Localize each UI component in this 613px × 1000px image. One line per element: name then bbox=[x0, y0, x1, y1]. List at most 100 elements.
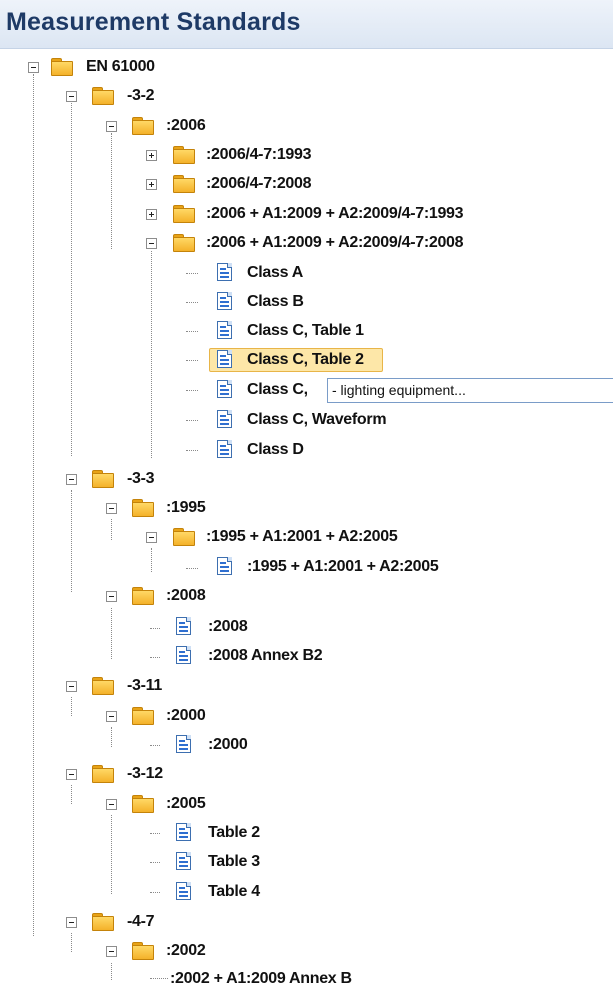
document-icon bbox=[217, 557, 234, 577]
tree-node-label: :2008 Annex B2 bbox=[208, 647, 323, 664]
folder-icon bbox=[132, 707, 154, 725]
folder-icon bbox=[173, 175, 195, 193]
collapse-icon[interactable] bbox=[66, 769, 77, 780]
expand-icon[interactable] bbox=[146, 179, 157, 190]
tree-node-label: -3-11 bbox=[127, 677, 162, 694]
tree-node-class-c-lighting[interactable]: Class C, bbox=[0, 378, 330, 402]
tree-node-en-61000[interactable]: EN 61000 bbox=[0, 55, 200, 79]
tree-node-class-d[interactable]: Class D bbox=[0, 438, 400, 462]
tree-node-1995-a1-a2-document[interactable]: :1995 + A1:2001 + A2:2005 bbox=[0, 555, 500, 579]
folder-icon bbox=[92, 677, 114, 695]
tree-node-1995[interactable]: :1995 bbox=[0, 496, 250, 520]
tree-node-2008-document[interactable]: :2008 bbox=[0, 615, 300, 639]
folder-icon bbox=[51, 58, 73, 76]
tree-node-label: -3-3 bbox=[127, 470, 155, 487]
folder-icon bbox=[173, 146, 195, 164]
tree-node-2008-annex-b2[interactable]: :2008 Annex B2 bbox=[0, 644, 360, 668]
document-icon bbox=[217, 321, 234, 341]
collapse-icon[interactable] bbox=[66, 474, 77, 485]
document-icon bbox=[217, 410, 234, 430]
tree-node-label: :2000 bbox=[208, 736, 248, 753]
tree-node-3-2[interactable]: -3-2 bbox=[0, 84, 200, 108]
tree-node-label: :2005 bbox=[166, 795, 206, 812]
tree-node-label: Class A bbox=[247, 264, 304, 281]
tree-node-2000-document[interactable]: :2000 bbox=[0, 733, 300, 757]
collapse-icon[interactable] bbox=[106, 591, 117, 602]
tree-node-class-a[interactable]: Class A bbox=[0, 261, 400, 285]
tree-node-class-c-waveform[interactable]: Class C, Waveform bbox=[0, 408, 430, 432]
tree-node-label: :2008 bbox=[208, 618, 248, 635]
folder-icon bbox=[173, 205, 195, 223]
tree-node-2006-4-7-1993[interactable]: :2006/4-7:1993 bbox=[0, 143, 400, 167]
collapse-icon[interactable] bbox=[106, 946, 117, 957]
measurement-standards-tree: EN 61000 -3-2 :2006 :2006/4-7:1993 :2006… bbox=[0, 0, 613, 1000]
document-icon bbox=[176, 823, 193, 843]
tree-node-label: :2006 + A1:2009 + A2:2009/4-7:1993 bbox=[206, 205, 464, 222]
document-icon bbox=[176, 617, 193, 637]
folder-icon bbox=[173, 234, 195, 252]
tree-node-label: :2000 bbox=[166, 707, 206, 724]
collapse-icon[interactable] bbox=[66, 917, 77, 928]
tree-node-2006-4-7-2008[interactable]: :2006/4-7:2008 bbox=[0, 172, 400, 196]
collapse-icon[interactable] bbox=[106, 711, 117, 722]
collapse-icon[interactable] bbox=[28, 62, 39, 73]
tree-node-3-11[interactable]: -3-11 bbox=[0, 674, 200, 698]
tree-node-2006-a1-a2-4-7-2008[interactable]: :2006 + A1:2009 + A2:2009/4-7:2008 bbox=[0, 231, 560, 255]
folder-icon bbox=[132, 795, 154, 813]
tree-node-label: Class C, Table 1 bbox=[247, 322, 364, 339]
tree-node-table-2[interactable]: Table 2 bbox=[0, 821, 300, 845]
tree-node-2005[interactable]: :2005 bbox=[0, 792, 250, 816]
expand-icon[interactable] bbox=[146, 150, 157, 161]
tree-node-label: :2006/4-7:1993 bbox=[206, 146, 312, 163]
tree-node-label: :1995 + A1:2001 + A2:2005 bbox=[206, 528, 398, 545]
folder-icon bbox=[92, 470, 114, 488]
tree-node-2002-a1-annex-b[interactable]: :2002 + A1:2009 Annex B bbox=[0, 967, 420, 991]
tree-node-3-12[interactable]: -3-12 bbox=[0, 762, 200, 786]
tree-node-class-c-table-1[interactable]: Class C, Table 1 bbox=[0, 319, 400, 343]
tree-node-table-4[interactable]: Table 4 bbox=[0, 880, 300, 904]
collapse-icon[interactable] bbox=[106, 799, 117, 810]
tree-node-label: -3-12 bbox=[127, 765, 163, 782]
document-icon bbox=[176, 882, 193, 902]
tree-node-label: Class C, bbox=[247, 381, 308, 398]
collapse-icon[interactable] bbox=[146, 238, 157, 249]
tree-node-label: :2006 + A1:2009 + A2:2009/4-7:2008 bbox=[206, 234, 464, 251]
tree-node-2006-a1-a2-4-7-1993[interactable]: :2006 + A1:2009 + A2:2009/4-7:1993 bbox=[0, 202, 560, 226]
tree-node-2006[interactable]: :2006 bbox=[0, 114, 250, 138]
tree-node-label: Class C, Table 2 bbox=[247, 351, 364, 368]
tree-node-table-3[interactable]: Table 3 bbox=[0, 850, 300, 874]
tree-node-3-3[interactable]: -3-3 bbox=[0, 467, 200, 491]
tree-node-2002[interactable]: :2002 bbox=[0, 939, 250, 963]
tree-node-label: :2008 bbox=[166, 587, 206, 604]
document-icon bbox=[217, 292, 234, 312]
tree-node-1995-a1-a2-folder[interactable]: :1995 + A1:2001 + A2:2005 bbox=[0, 525, 460, 549]
tree-node-label: :1995 bbox=[166, 499, 206, 516]
document-icon bbox=[217, 380, 234, 400]
tree-node-class-c-table-2[interactable]: Class C, Table 2 bbox=[0, 348, 400, 372]
document-icon bbox=[217, 263, 234, 283]
folder-icon bbox=[92, 913, 114, 931]
tree-node-label: :2006 bbox=[166, 117, 206, 134]
collapse-icon[interactable] bbox=[106, 121, 117, 132]
document-icon bbox=[176, 735, 193, 755]
tree-node-label: :1995 + A1:2001 + A2:2005 bbox=[247, 558, 439, 575]
folder-icon bbox=[92, 87, 114, 105]
expand-icon[interactable] bbox=[146, 209, 157, 220]
collapse-icon[interactable] bbox=[66, 91, 77, 102]
tree-node-label: -4-7 bbox=[127, 913, 155, 930]
collapse-icon[interactable] bbox=[66, 681, 77, 692]
collapse-icon[interactable] bbox=[106, 503, 117, 514]
collapse-icon[interactable] bbox=[146, 532, 157, 543]
tree-node-2000[interactable]: :2000 bbox=[0, 704, 250, 728]
tree-node-2008[interactable]: :2008 bbox=[0, 584, 250, 608]
tree-node-class-b[interactable]: Class B bbox=[0, 290, 400, 314]
tree-node-label: :2002 bbox=[166, 942, 206, 959]
folder-icon bbox=[132, 117, 154, 135]
tree-node-label: Class D bbox=[247, 441, 304, 458]
document-icon bbox=[176, 852, 193, 872]
folder-icon bbox=[92, 765, 114, 783]
tree-node-4-7[interactable]: -4-7 bbox=[0, 910, 200, 934]
rename-edit-box[interactable]: - lighting equipment... bbox=[327, 378, 613, 403]
folder-icon bbox=[132, 942, 154, 960]
tree-node-label: Table 3 bbox=[208, 853, 260, 870]
